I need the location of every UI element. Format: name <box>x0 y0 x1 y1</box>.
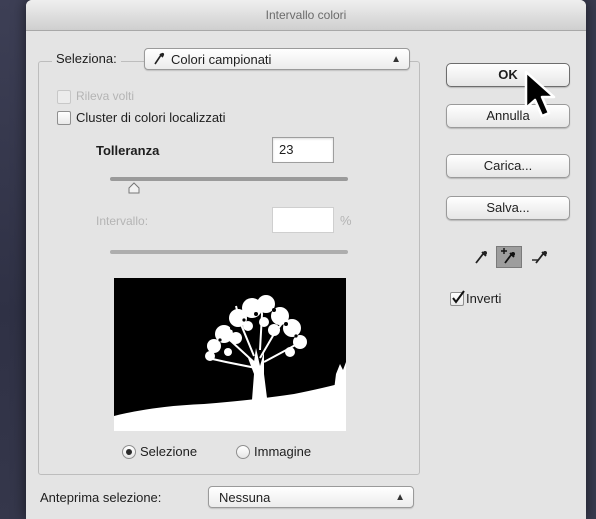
dialog-title: Intervallo colori <box>26 0 586 31</box>
desktop-background-right <box>586 0 596 519</box>
mouse-cursor-icon <box>524 70 564 129</box>
detect-faces-label: Rileva volti <box>76 89 135 103</box>
fuzziness-slider-track[interactable] <box>110 177 348 181</box>
select-value: Colori campionati <box>171 52 272 67</box>
fuzziness-slider-thumb[interactable] <box>128 181 140 199</box>
eyedropper-plus-icon[interactable] <box>496 246 522 268</box>
range-label: Intervallo: <box>96 214 149 228</box>
desktop-background-left <box>0 0 26 519</box>
localized-clusters-checkbox[interactable] <box>57 111 71 125</box>
invert-label: Inverti <box>466 291 502 306</box>
eyedropper-icon <box>153 49 165 76</box>
selection-preview-label: Anteprima selezione: <box>40 490 162 505</box>
radio-selection[interactable] <box>122 445 136 459</box>
select-popup[interactable]: Colori campionati ▲ <box>144 48 410 70</box>
color-range-dialog: Intervallo colori Seleziona: Colori camp… <box>26 0 586 519</box>
selection-preview-popup[interactable]: Nessuna ▲ <box>208 486 414 508</box>
save-button[interactable]: Salva... <box>446 196 570 220</box>
range-unit: % <box>340 213 352 228</box>
selection-preview-image <box>114 278 346 431</box>
selection-preview-value: Nessuna <box>219 490 271 505</box>
range-input[interactable] <box>272 207 334 233</box>
popup-arrows-icon: ▲ <box>391 54 401 65</box>
load-button[interactable]: Carica... <box>446 154 570 178</box>
eyedropper-icon[interactable] <box>468 246 494 268</box>
detect-faces-checkbox[interactable] <box>57 90 71 104</box>
fuzziness-input[interactable]: 23 <box>272 137 334 163</box>
radio-selection-label: Selezione <box>140 444 198 459</box>
radio-image-label: Immagine <box>254 444 312 459</box>
invert-checkbox[interactable] <box>450 290 465 306</box>
localized-clusters-label: Cluster di colori localizzati <box>76 110 226 125</box>
popup-arrows-icon: ▲ <box>395 492 405 503</box>
eyedropper-minus-icon[interactable] <box>528 246 554 268</box>
fuzziness-label: Tolleranza <box>96 143 160 158</box>
range-slider-track[interactable] <box>110 250 348 254</box>
select-label: Seleziona: <box>52 51 121 66</box>
radio-image[interactable] <box>236 445 250 459</box>
